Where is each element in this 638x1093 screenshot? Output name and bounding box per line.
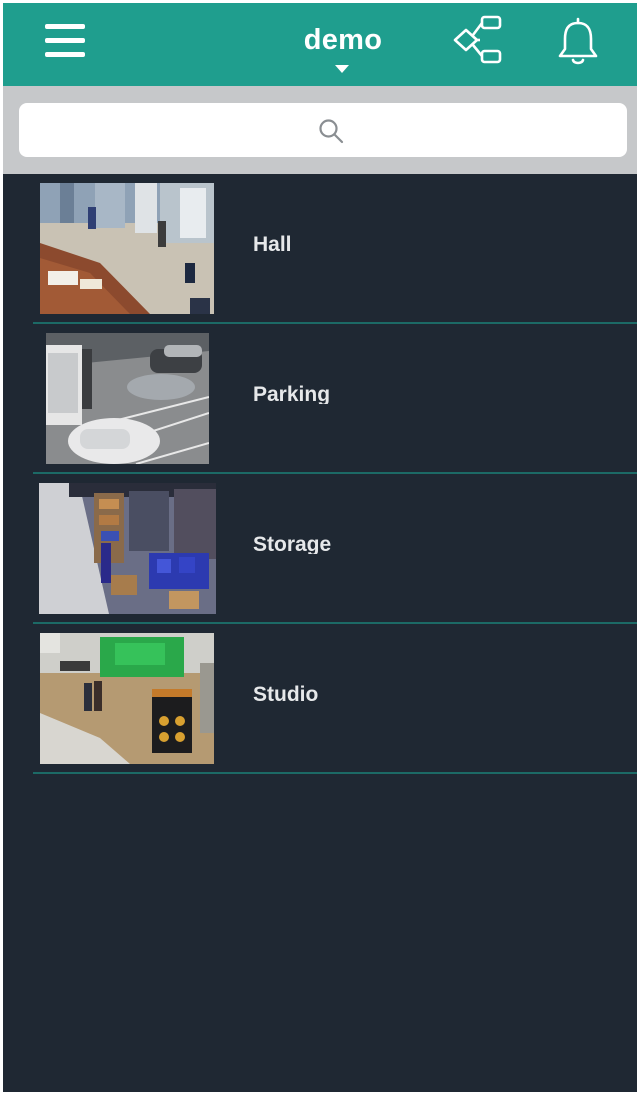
menu-button[interactable] (43, 21, 87, 61)
camera-preview-hall (40, 183, 214, 314)
search-field[interactable] (19, 103, 631, 159)
hamburger-menu-icon-line (45, 38, 85, 43)
top-bar: demo (3, 3, 637, 86)
camera-thumbnail (40, 633, 214, 764)
camera-thumbnail (40, 183, 214, 314)
app-screen: demo Hall Parking Storage Studio (3, 3, 637, 1092)
camera-thumbnail (46, 333, 209, 464)
page-title: demo (303, 24, 383, 56)
camera-item-storage[interactable]: Storage (3, 474, 637, 624)
layout-tree-icon (453, 15, 502, 64)
search-icon (319, 119, 344, 144)
camera-list: Hall Parking Storage Studio (3, 174, 637, 774)
hamburger-menu-icon (45, 24, 85, 29)
camera-item-hall[interactable]: Hall (3, 174, 637, 324)
camera-name: Storage (253, 533, 332, 554)
server-selector[interactable]: demo (253, 21, 433, 81)
chevron-down-icon (335, 65, 349, 73)
camera-preview-storage (39, 483, 216, 614)
camera-item-studio[interactable]: Studio (3, 624, 637, 774)
layouts-button[interactable] (449, 15, 503, 65)
camera-name: Studio (253, 683, 319, 704)
list-divider (33, 772, 637, 774)
camera-preview-parking (46, 333, 209, 464)
camera-thumbnail (39, 483, 216, 614)
camera-name: Parking (253, 383, 331, 404)
bell-icon (558, 17, 598, 65)
notifications-button[interactable] (555, 15, 601, 67)
camera-preview-studio (40, 633, 214, 764)
camera-name: Hall (253, 233, 292, 254)
hamburger-menu-icon-line (45, 52, 85, 57)
camera-item-parking[interactable]: Parking (3, 324, 637, 474)
search-bar (3, 86, 637, 174)
